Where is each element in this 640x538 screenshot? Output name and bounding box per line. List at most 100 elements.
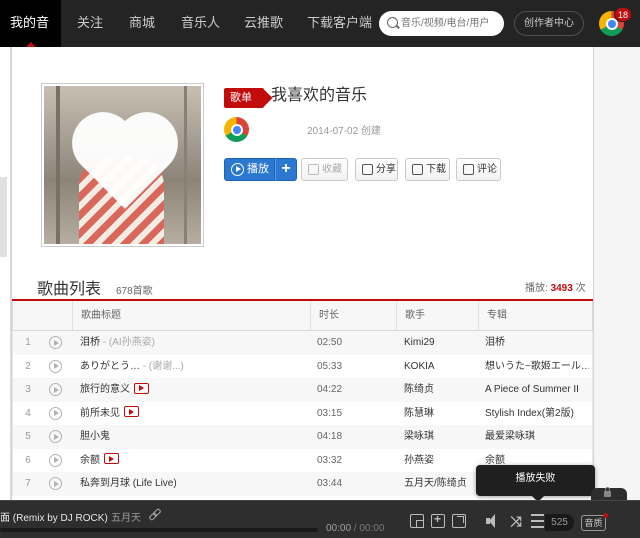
song-title-cell[interactable]: 私奔到月球 (Life Live) (80, 472, 308, 495)
total-time: 00:00 (359, 523, 385, 534)
song-title[interactable]: 泪桥 (80, 337, 100, 348)
quality-button[interactable]: 音质 (581, 515, 606, 531)
error-toast: 播放失败 (476, 465, 595, 502)
song-title[interactable]: 私奔到月球 (Life Live) (80, 478, 177, 489)
add-to-queue-button[interactable]: + (275, 158, 297, 181)
nav-follow[interactable]: 关注 (67, 0, 113, 47)
comment-button[interactable]: 评论 (456, 158, 501, 181)
song-title-cell[interactable]: 前所未见 (80, 402, 308, 425)
shuffle-icon[interactable]: ⤨ (508, 514, 524, 528)
row-play-button[interactable] (49, 472, 63, 495)
playlist-tag: 歌单 (224, 88, 264, 108)
play-count-unit: 次 (575, 283, 586, 294)
volume-icon[interactable] (486, 514, 502, 528)
play-icon (49, 430, 62, 443)
now-playing-artist[interactable]: 五月天 (111, 509, 141, 524)
owner-avatar[interactable] (224, 117, 249, 142)
song-title-cell[interactable]: 旅行的意义 (80, 378, 308, 401)
search-box[interactable] (379, 11, 504, 36)
side-panel-handle[interactable] (0, 177, 7, 257)
share-button[interactable]: 分享 (355, 158, 398, 181)
created-info: 2014-07-02 创建 (307, 122, 381, 137)
header-album: 专辑 (478, 301, 594, 330)
play-icon (49, 406, 62, 420)
row-play-button[interactable] (49, 449, 63, 472)
play-icon (49, 336, 62, 349)
play-icon (49, 359, 62, 373)
song-title-cell[interactable]: 余额 (80, 449, 308, 472)
song-artist[interactable]: 孙燕姿 (404, 449, 482, 472)
song-alias: - (AI孙燕姿) (100, 337, 155, 348)
created-label: 创建 (360, 126, 381, 137)
add-to-playlist-icon[interactable] (431, 512, 445, 528)
link-icon[interactable] (149, 509, 159, 519)
song-title-cell[interactable]: 胆小鬼 (80, 425, 308, 448)
nav-download-client[interactable]: 下载客户端 (297, 0, 382, 47)
quality-indicator-dot (603, 513, 608, 518)
progress-bar[interactable] (0, 528, 318, 532)
mv-icon[interactable] (124, 406, 139, 418)
playlist-icon[interactable] (531, 514, 544, 528)
song-album[interactable]: 想いうた~歌姬エール… (485, 355, 589, 378)
picture-in-picture-icon[interactable] (410, 514, 424, 528)
collect-button[interactable]: 收藏 (301, 158, 348, 181)
play-all-label: 播放 (247, 163, 269, 175)
song-title[interactable]: 胆小鬼 (80, 431, 110, 442)
song-duration: 05:33 (317, 360, 343, 372)
mv-icon[interactable] (134, 382, 149, 394)
top-navigation-bar: 我的音乐 关注 商城 音乐人 云推歌 下载客户端 创作者中心 18 (0, 0, 640, 75)
search-icon (387, 17, 398, 28)
table-row[interactable]: 1 泪桥 - (AI孙燕姿) 02:50 Kimi29 泪桥 (12, 331, 593, 355)
song-artist[interactable]: 陈慧琳 (404, 402, 482, 425)
song-artist[interactable]: Kimi29 (404, 331, 482, 354)
song-artist[interactable]: 梁咏琪 (404, 425, 482, 448)
nav-my-music[interactable]: 我的音乐 (0, 0, 61, 75)
song-title[interactable]: ありがとう… (80, 361, 140, 372)
play-count-label: 播放: (525, 283, 548, 294)
row-play-button[interactable] (49, 425, 63, 448)
row-play-button[interactable] (49, 402, 63, 425)
search-input[interactable] (401, 15, 499, 32)
song-artist[interactable]: 五月天/陈绮贞 (404, 472, 482, 495)
right-margin (594, 47, 640, 538)
nav-cloud-recommend[interactable]: 云推歌 (234, 0, 293, 47)
header-duration: 时长 (310, 301, 396, 330)
play-all-button[interactable]: 播放 (224, 158, 275, 181)
player-bar: 面 (Remix by DJ ROCK) 五月天 00:00 / 00:00 ⤨… (0, 500, 640, 538)
song-title[interactable]: 前所未见 (80, 408, 120, 419)
song-album[interactable]: 最爱梁咏琪 (485, 425, 589, 448)
playlist-title: 我喜欢的音乐 (271, 87, 368, 104)
table-row[interactable]: 5 胆小鬼 04:18 梁咏琪 最爱梁咏琪 (12, 425, 593, 449)
song-artist[interactable]: KOKIA (404, 355, 482, 378)
song-artist[interactable]: 陈绮贞 (404, 378, 482, 401)
song-album[interactable]: 泪桥 (485, 331, 589, 354)
play-circle-icon (231, 163, 244, 176)
nav-mall[interactable]: 商城 (119, 0, 165, 47)
song-album[interactable]: A Piece of Summer II (485, 378, 589, 401)
song-title[interactable]: 余额 (80, 455, 100, 466)
song-title-cell[interactable]: ありがとう… - (谢谢...) (80, 355, 308, 378)
header-title: 歌曲标题 (72, 301, 310, 330)
nav-musician[interactable]: 音乐人 (171, 0, 230, 47)
song-album[interactable]: Stylish Index(第2版) (485, 402, 589, 425)
playlist-cover (41, 83, 204, 247)
table-row[interactable]: 2 ありがとう… - (谢谢...) 05:33 KOKIA 想いうた~歌姬エール… (12, 354, 593, 378)
playlist-tag-label: 歌单 (230, 92, 252, 104)
share-icon (362, 164, 373, 175)
table-row[interactable]: 4 前所未见 03:15 陈慧琳 Stylish Index(第2版) (12, 401, 593, 425)
song-duration: 03:32 (317, 454, 343, 466)
song-title-cell[interactable]: 泪桥 - (AI孙燕姿) (80, 331, 308, 354)
mv-icon[interactable] (104, 453, 119, 465)
song-title[interactable]: 旅行的意义 (80, 384, 130, 395)
table-row[interactable]: 3 旅行的意义 04:22 陈绮贞 A Piece of Summer II (12, 378, 593, 402)
playlist-count[interactable]: 525 (545, 514, 574, 531)
share-icon[interactable] (452, 514, 466, 528)
download-button[interactable]: 下载 (405, 158, 450, 181)
left-side-panel (0, 47, 11, 538)
row-play-button[interactable] (49, 355, 63, 378)
row-play-button[interactable] (49, 331, 63, 354)
creator-center-button[interactable]: 创作者中心 (514, 11, 584, 36)
now-playing-title[interactable]: 面 (Remix by DJ ROCK) (0, 509, 108, 524)
song-duration: 03:15 (317, 407, 343, 419)
row-play-button[interactable] (49, 378, 63, 401)
